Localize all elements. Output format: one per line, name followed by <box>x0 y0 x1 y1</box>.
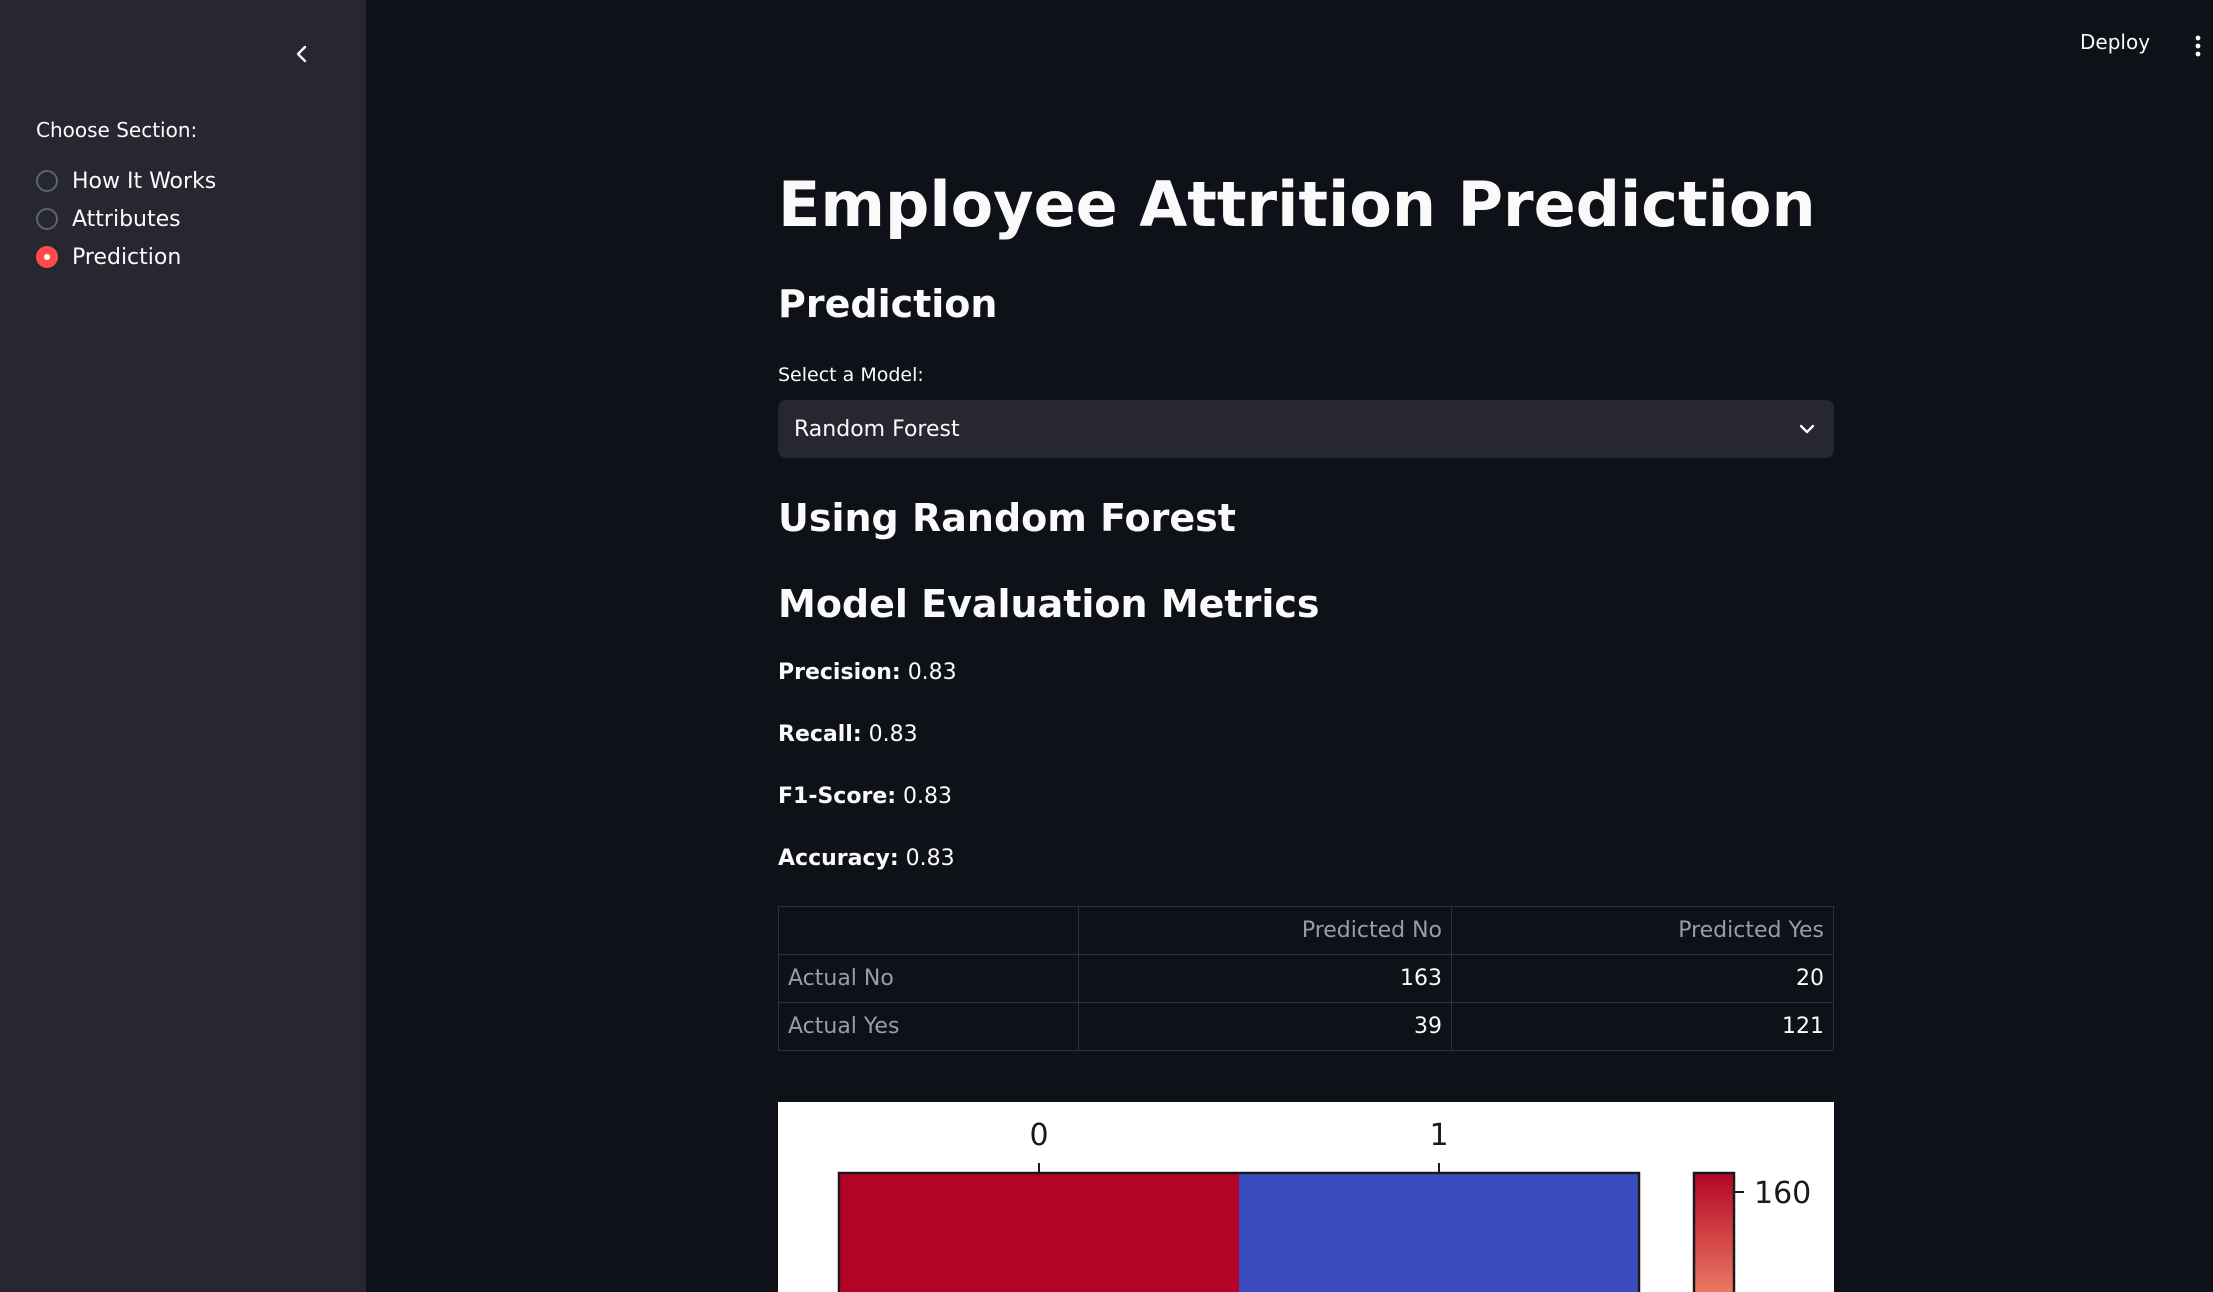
radio-option-prediction[interactable]: Prediction <box>36 238 216 276</box>
table-cell: 121 <box>1451 1002 1834 1051</box>
chevron-left-icon <box>296 45 307 63</box>
radio-button-icon[interactable] <box>36 208 58 230</box>
accuracy-metric: Accuracy: 0.83 <box>778 846 955 871</box>
main-menu-button[interactable] <box>2188 34 2208 60</box>
heatmap-cell <box>1239 1173 1639 1292</box>
radio-button-icon[interactable] <box>36 170 58 192</box>
x-tick-label: 0 <box>1029 1118 1048 1153</box>
sidebar: Choose Section: How It Works Attributes … <box>0 0 366 1292</box>
page-title: Employee Attrition Prediction <box>778 168 1816 241</box>
section-radio-label: Choose Section: <box>36 118 198 142</box>
colorbar <box>1692 1171 1736 1292</box>
recall-value: 0.83 <box>868 722 918 747</box>
confusion-matrix-table: Predicted No Predicted Yes Actual No 163… <box>778 906 1834 1051</box>
accuracy-label: Accuracy: <box>778 846 899 871</box>
f1-value: 0.83 <box>903 784 953 809</box>
precision-label: Precision: <box>778 660 901 685</box>
model-select-label: Select a Model: <box>778 364 924 386</box>
f1-metric: F1-Score: 0.83 <box>778 784 952 809</box>
radio-option-attributes[interactable]: Attributes <box>36 200 216 238</box>
precision-value: 0.83 <box>907 660 957 685</box>
table-row: Actual No 163 20 <box>778 954 1834 1003</box>
colorbar-tick-label: 160 <box>1754 1176 1811 1211</box>
chevron-down-icon <box>1799 424 1815 434</box>
section-radio-group: How It Works Attributes Prediction <box>36 162 216 276</box>
confusion-matrix-heatmap: 0 1 160 <box>778 1102 1834 1292</box>
heatmap-cells <box>839 1173 1639 1292</box>
table-cell: 20 <box>1451 954 1834 1003</box>
accuracy-value: 0.83 <box>905 846 955 871</box>
collapse-sidebar-button[interactable] <box>284 36 320 72</box>
radio-button-selected-icon[interactable] <box>36 246 58 268</box>
app-root: Choose Section: How It Works Attributes … <box>0 0 2213 1292</box>
deploy-button[interactable]: Deploy <box>2080 30 2150 54</box>
section-heading: Prediction <box>778 282 998 326</box>
radio-option-label: Prediction <box>72 244 182 270</box>
row-header: Actual Yes <box>778 1002 1079 1051</box>
metrics-heading: Model Evaluation Metrics <box>778 582 1320 626</box>
f1-label: F1-Score: <box>778 784 897 809</box>
radio-option-label: Attributes <box>72 206 181 232</box>
table-header-row: Predicted No Predicted Yes <box>778 906 1834 955</box>
heatmap-cell <box>839 1173 1239 1292</box>
row-header: Actual No <box>778 954 1079 1003</box>
table-row: Actual Yes 39 121 <box>778 1002 1834 1051</box>
table-cell: 39 <box>1078 1002 1452 1051</box>
model-select-value: Random Forest <box>794 416 960 442</box>
column-header-predicted-yes: Predicted Yes <box>1451 906 1834 955</box>
recall-metric: Recall: 0.83 <box>778 722 918 747</box>
precision-metric: Precision: 0.83 <box>778 660 957 685</box>
heatmap-chart: 0 1 160 <box>837 1118 1811 1292</box>
table-corner-cell <box>778 906 1079 955</box>
recall-label: Recall: <box>778 722 862 747</box>
radio-option-how-it-works[interactable]: How It Works <box>36 162 216 200</box>
model-heading: Using Random Forest <box>778 496 1236 540</box>
model-select[interactable]: Random Forest <box>778 400 1834 458</box>
radio-option-label: How It Works <box>72 168 217 194</box>
column-header-predicted-no: Predicted No <box>1078 906 1452 955</box>
table-cell: 163 <box>1078 954 1452 1003</box>
x-tick-label: 1 <box>1429 1118 1448 1153</box>
more-vertical-icon <box>2195 35 2201 57</box>
